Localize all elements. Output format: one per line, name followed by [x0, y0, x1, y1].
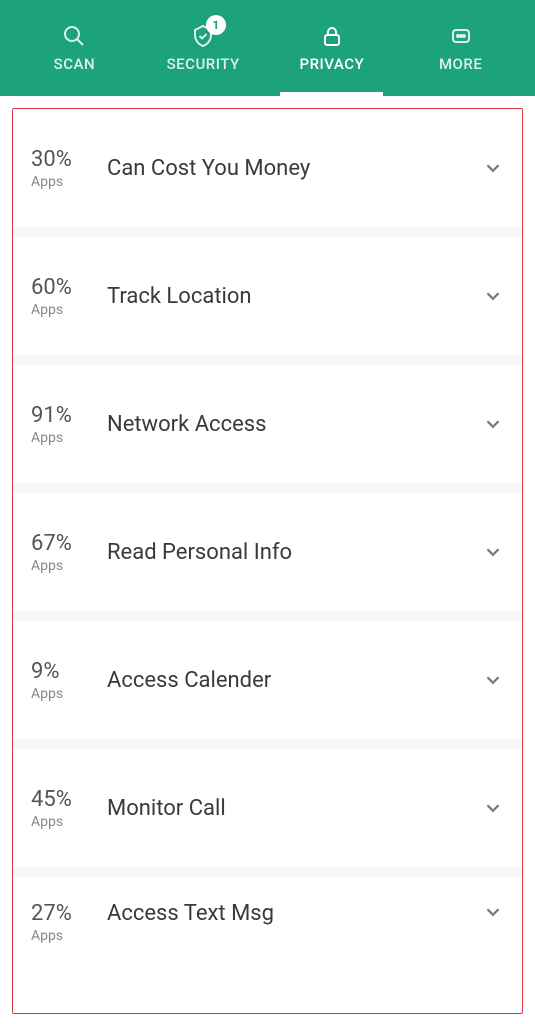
- tab-scan[interactable]: SCAN: [10, 0, 139, 96]
- security-badge: 1: [206, 15, 226, 35]
- pct-value: 60%: [31, 275, 72, 300]
- pct-col: 60% Apps: [31, 275, 99, 318]
- list-item[interactable]: 67% Apps Read Personal Info: [13, 493, 522, 621]
- pct-col: 67% Apps: [31, 531, 99, 574]
- chevron-down-icon: [482, 797, 504, 819]
- apps-label: Apps: [31, 174, 63, 190]
- list-item[interactable]: 60% Apps Track Location: [13, 237, 522, 365]
- row-title: Network Access: [99, 412, 482, 437]
- apps-label: Apps: [31, 686, 63, 702]
- chevron-down-icon: [482, 901, 504, 923]
- pct-col: 30% Apps: [31, 147, 99, 190]
- row-title: Can Cost You Money: [99, 156, 482, 181]
- chevron-down-icon: [482, 285, 504, 307]
- apps-label: Apps: [31, 302, 63, 318]
- list-item[interactable]: 45% Apps Monitor Call: [13, 749, 522, 877]
- tab-label: MORE: [439, 55, 482, 73]
- lock-icon: [319, 23, 345, 49]
- apps-label: Apps: [31, 814, 63, 830]
- list-item[interactable]: 91% Apps Network Access: [13, 365, 522, 493]
- pct-col: 9% Apps: [31, 659, 99, 702]
- chevron-down-icon: [482, 157, 504, 179]
- pct-col: 45% Apps: [31, 787, 99, 830]
- shield-check-icon: 1: [190, 23, 216, 49]
- chevron-down-icon: [482, 669, 504, 691]
- chevron-down-icon: [482, 541, 504, 563]
- pct-value: 30%: [31, 147, 72, 172]
- search-icon: [61, 23, 87, 49]
- pct-col: 91% Apps: [31, 403, 99, 446]
- row-title: Access Calender: [99, 668, 482, 693]
- tab-privacy[interactable]: PRIVACY: [268, 0, 397, 96]
- tab-security[interactable]: 1 SECURITY: [139, 0, 268, 96]
- chevron-down-icon: [482, 413, 504, 435]
- pct-value: 9%: [31, 659, 59, 684]
- pct-col: 27% Apps: [31, 901, 99, 944]
- row-title: Read Personal Info: [99, 540, 482, 565]
- list-item[interactable]: 9% Apps Access Calender: [13, 621, 522, 749]
- top-tab-bar: SCAN 1 SECURITY PRIVACY MORE: [0, 0, 535, 96]
- tab-label: SECURITY: [167, 55, 240, 73]
- more-icon: [448, 23, 474, 49]
- row-title: Access Text Msg: [99, 901, 482, 926]
- apps-label: Apps: [31, 558, 63, 574]
- list-item[interactable]: 30% Apps Can Cost You Money: [13, 109, 522, 237]
- apps-label: Apps: [31, 430, 63, 446]
- row-title: Track Location: [99, 284, 482, 309]
- tab-label: PRIVACY: [300, 55, 365, 73]
- privacy-list: 30% Apps Can Cost You Money 60% Apps Tra…: [12, 108, 523, 1014]
- row-title: Monitor Call: [99, 796, 482, 821]
- pct-value: 91%: [31, 403, 72, 428]
- pct-value: 45%: [31, 787, 72, 812]
- pct-value: 67%: [31, 531, 72, 556]
- tab-label: SCAN: [54, 55, 95, 73]
- tab-more[interactable]: MORE: [396, 0, 525, 96]
- list-item[interactable]: 27% Apps Access Text Msg: [13, 877, 522, 947]
- apps-label: Apps: [31, 928, 63, 944]
- pct-value: 27%: [31, 901, 72, 926]
